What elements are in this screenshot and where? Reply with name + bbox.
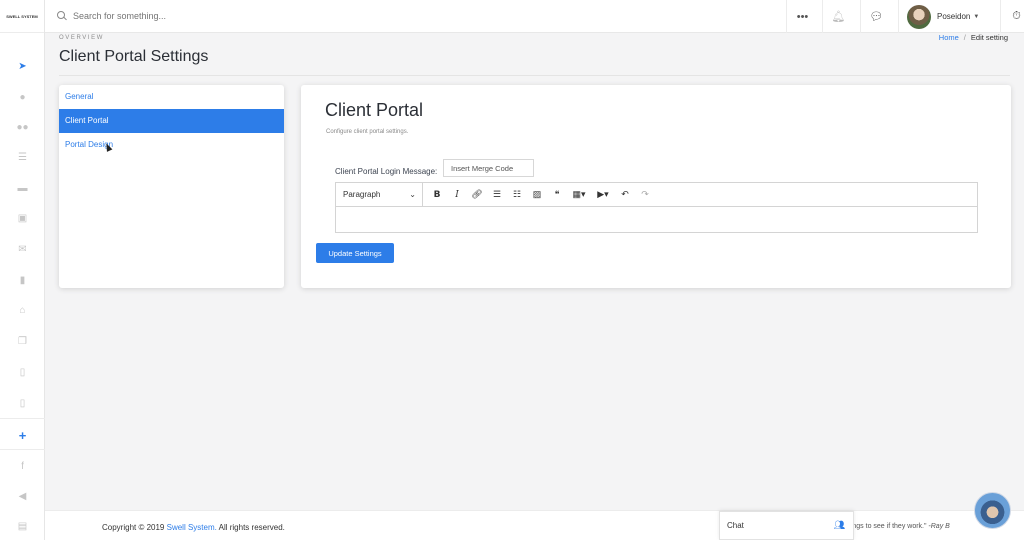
chat-avatar[interactable]	[974, 492, 1011, 529]
overview-label: OVERVIEW	[59, 35, 105, 41]
megaphone-icon[interactable]: ◀	[0, 487, 45, 505]
settings-menu: General Client Portal Portal Design	[59, 85, 284, 288]
chat-widget[interactable]: Chat 👥︎	[719, 511, 854, 540]
avatar	[907, 4, 931, 29]
search-icon	[57, 11, 67, 21]
image-icon[interactable]: ▨	[527, 183, 547, 207]
media-icon[interactable]: ▶▾	[591, 183, 615, 207]
brand-link[interactable]: Swell System.	[167, 523, 217, 532]
editor-content-area[interactable]	[336, 207, 977, 233]
redo-icon[interactable]: ↷	[635, 183, 655, 207]
chat-label: Chat	[727, 521, 744, 530]
facebook-icon[interactable]: f	[0, 457, 45, 475]
breadcrumb-separator: /	[963, 33, 966, 42]
undo-icon[interactable]: ↶	[615, 183, 635, 207]
messages-button[interactable]: 💬︎	[860, 0, 892, 33]
footer: Copyright © 2019 Swell System. All right…	[45, 510, 1024, 540]
folder-icon[interactable]: ▬	[0, 179, 45, 197]
block-format-select[interactable]: Paragraph ⌄	[336, 182, 423, 207]
user-name: Poseidon	[937, 12, 971, 21]
rich-text-editor: Paragraph ⌄ B I 🔗︎ ☰ ☷ ▨ ❝ ▦▾ ▶▾ ↶ ↷	[335, 182, 978, 233]
app-logo[interactable]: SWELL SYSTEM	[0, 0, 44, 33]
numbered-list-icon[interactable]: ☷	[507, 183, 527, 207]
notifications-button[interactable]: 🔔︎	[822, 0, 854, 33]
copy-icon[interactable]: ❐	[0, 332, 45, 350]
menu-item-portal-design[interactable]: Portal Design	[59, 133, 284, 157]
file-icon[interactable]: ▯	[0, 363, 45, 381]
users-icon[interactable]: ●●	[0, 118, 45, 136]
bullet-list-icon[interactable]: ☰	[487, 183, 507, 207]
chat-bubble-icon: 💬︎	[869, 11, 884, 23]
bold-icon[interactable]: B	[427, 183, 447, 207]
insert-merge-code-button[interactable]: Insert Merge Code	[443, 159, 534, 177]
breadcrumb: Home / Edit setting	[939, 33, 1008, 42]
calendar-check-icon[interactable]: ▣	[0, 209, 45, 227]
rail-divider	[0, 418, 45, 419]
document-icon[interactable]: ▯	[0, 394, 45, 412]
stopwatch-icon: ⏱︎	[1012, 10, 1021, 22]
quote-author: -Ray B	[928, 523, 950, 530]
block-format-value: Paragraph	[343, 190, 381, 199]
search-input[interactable]	[73, 11, 333, 21]
card-title: Client Portal	[325, 100, 424, 120]
copyright-text: Copyright © 2019 Swell System. All right…	[102, 523, 285, 532]
add-icon[interactable]: +	[0, 426, 45, 444]
more-options-button[interactable]: •••	[786, 0, 818, 33]
page-title: Client Portal Settings	[59, 48, 209, 65]
sitemap-icon[interactable]: ⌂	[0, 301, 45, 319]
menu-item-client-portal[interactable]: Client Portal	[59, 109, 284, 133]
header-divider	[59, 75, 1010, 76]
top-bar: ••• 🔔︎ 💬︎ Poseidon ▼ ⏱︎	[45, 0, 1024, 33]
left-sidebar: SWELL SYSTEM ➤ ● ●● ☰ ▬ ▣ ✉ ▮ ⌂ ❐ ▯ ▯ + …	[0, 0, 45, 540]
archive-icon[interactable]: ▤	[0, 517, 45, 535]
users-icon: 👥︎	[833, 520, 845, 530]
copyright-prefix: Copyright © 2019	[102, 523, 167, 532]
caret-down-icon: ▼	[973, 13, 980, 20]
link-icon[interactable]: 🔗︎	[467, 183, 487, 207]
quote-icon[interactable]: ❝	[547, 183, 567, 207]
user-icon[interactable]: ●	[0, 88, 45, 106]
menu-item-general[interactable]: General	[59, 85, 284, 109]
copyright-suffix: All rights reserved.	[216, 523, 285, 532]
table-icon[interactable]: ▦▾	[567, 183, 591, 207]
chevron-down-icon: ⌄	[409, 190, 416, 199]
search-bar	[57, 8, 357, 24]
rail-divider	[0, 449, 45, 450]
login-message-label: Client Portal Login Message:	[335, 167, 438, 176]
mail-icon[interactable]: ✉	[0, 240, 45, 258]
breadcrumb-current: Edit setting	[970, 33, 1008, 42]
update-settings-button[interactable]: Update Settings	[316, 243, 394, 263]
user-menu[interactable]: Poseidon ▼	[898, 0, 1000, 33]
footer-quote: things to see if they work." -Ray B	[845, 523, 950, 530]
bell-icon: 🔔︎	[831, 11, 846, 23]
editor-toolbar: Paragraph ⌄ B I 🔗︎ ☰ ☷ ▨ ❝ ▦▾ ▶▾ ↶ ↷	[336, 182, 977, 207]
send-icon[interactable]: ➤	[0, 57, 45, 75]
italic-icon[interactable]: I	[447, 183, 467, 207]
card-subtitle: Configure client portal settings.	[326, 129, 409, 135]
list-icon[interactable]: ☰	[0, 148, 45, 166]
ellipsis-icon: •••	[796, 10, 809, 23]
trash-icon[interactable]: ▮	[0, 271, 45, 289]
client-portal-card: Client Portal Configure client portal se…	[301, 85, 1011, 288]
breadcrumb-home[interactable]: Home	[939, 33, 959, 42]
timer-button[interactable]: ⏱︎	[1000, 0, 1024, 33]
quote-text: things to see if they work."	[845, 523, 929, 530]
